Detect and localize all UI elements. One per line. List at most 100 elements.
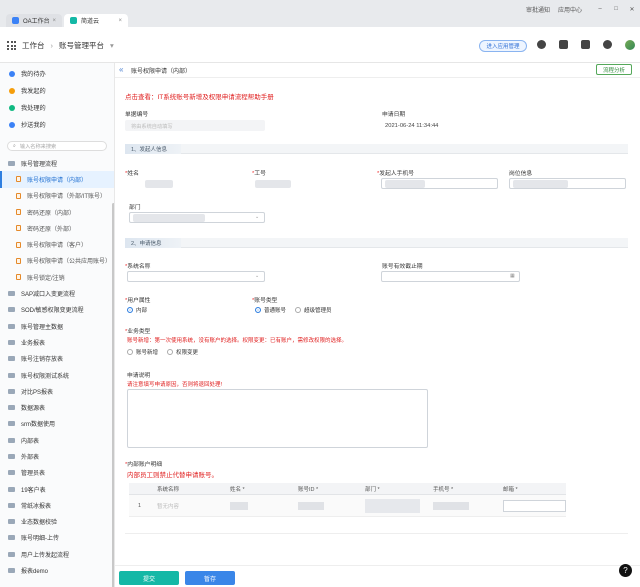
folder-item[interactable]: 对比PS报表 bbox=[0, 383, 114, 399]
form-icon bbox=[16, 176, 21, 183]
radio-internal[interactable]: 内部 bbox=[127, 306, 147, 314]
jdy-favicon-icon bbox=[70, 17, 77, 24]
folder-item[interactable]: 业态数据校验 bbox=[0, 514, 114, 530]
submit-button[interactable]: 提交 bbox=[119, 571, 179, 585]
row-account-id[interactable] bbox=[292, 495, 359, 516]
send-icon bbox=[9, 87, 15, 94]
folder-item[interactable]: 外部表 bbox=[0, 448, 114, 464]
biz-type-note: 账号新增：第一次使用系统，没有账户的选择。权限变更：已有账户，需修改权限的选择。 bbox=[127, 338, 348, 344]
dept-label: 部门 bbox=[129, 205, 141, 211]
compass-icon[interactable] bbox=[537, 40, 546, 49]
folder-item[interactable]: SOD/敏感权限变更流程 bbox=[0, 302, 114, 318]
form-item[interactable]: 账号锁定/注销 bbox=[0, 269, 114, 285]
flow-analysis-button[interactable]: 流程分析 bbox=[596, 64, 632, 75]
folder-item[interactable]: 用户上传发起流程 bbox=[0, 546, 114, 562]
folder-label: 内部表 bbox=[21, 438, 40, 445]
folder-item[interactable]: 账号管理主数据 bbox=[0, 318, 114, 334]
folder-item[interactable]: 账号注销存放表 bbox=[0, 351, 114, 367]
folder-icon bbox=[8, 356, 15, 362]
folder-icon bbox=[8, 535, 15, 541]
acct-type-label-text: 账号类型 bbox=[254, 298, 278, 304]
calendar-icon[interactable]: ▦ bbox=[510, 273, 515, 279]
folder-icon bbox=[8, 388, 15, 394]
tab-oa[interactable]: OA工作台 × bbox=[6, 14, 62, 27]
folder-item[interactable]: 数据源表 bbox=[0, 399, 114, 415]
folder-item[interactable]: 内部表 bbox=[0, 432, 114, 448]
name-label-text: 姓名 bbox=[127, 171, 139, 177]
folder-icon bbox=[8, 405, 15, 411]
row-email[interactable] bbox=[497, 495, 566, 516]
folder-item[interactable]: 报表demo bbox=[0, 562, 114, 578]
form-item[interactable]: 密码还原（外部） bbox=[0, 220, 114, 236]
folder-item[interactable]: 账号权限测试系统 bbox=[0, 367, 114, 383]
row-phone[interactable] bbox=[427, 495, 497, 516]
chevron-down-icon[interactable]: ▾ bbox=[110, 41, 114, 50]
radio-unselected-icon bbox=[167, 349, 173, 355]
form-item[interactable]: 密码还原（内部） bbox=[0, 204, 114, 220]
form-icon bbox=[16, 209, 21, 216]
folder-list: SAP减口入变更流程 SOD/敏感权限变更流程 账号管理主数据 业务报表 账号注销存放表… bbox=[0, 285, 114, 578]
expire-date-input[interactable] bbox=[381, 271, 520, 282]
radio-new-account[interactable]: 账号新增 bbox=[127, 348, 158, 356]
dept-value-blurred bbox=[133, 214, 205, 222]
sidebar-search-input[interactable]: ⌕ 输入名称来搜索 bbox=[7, 141, 107, 151]
approval-notice[interactable]: 审批通知 bbox=[526, 5, 550, 14]
folder-icon bbox=[8, 323, 15, 329]
folder-item[interactable]: 管理员表 bbox=[0, 465, 114, 481]
folder-item[interactable]: 业务报表 bbox=[0, 334, 114, 350]
row-dept[interactable] bbox=[359, 495, 427, 516]
form-label: 账号锁定/注销 bbox=[27, 275, 65, 282]
reason-label: 申请说明 bbox=[127, 373, 151, 379]
sidebar-item-todo[interactable]: 我的待办 bbox=[0, 65, 114, 82]
layout-icon[interactable] bbox=[559, 40, 568, 49]
help-manual-link[interactable]: 点击查看：IT系统账号新增及权限申请流程帮助手册 bbox=[125, 91, 274, 101]
close-icon[interactable]: × bbox=[52, 18, 56, 24]
sidebar-item-handled[interactable]: 我处理的 bbox=[0, 99, 114, 116]
maximize-icon[interactable]: □ bbox=[608, 6, 624, 13]
radio-unselected-icon bbox=[127, 349, 133, 355]
folder-item[interactable]: SAP减口入变更流程 bbox=[0, 285, 114, 301]
minimize-icon[interactable]: – bbox=[592, 6, 608, 13]
form-label: 密码还原（内部） bbox=[27, 210, 76, 217]
form-label: 账号权限申请（客户） bbox=[27, 243, 88, 250]
breadcrumb-workspace[interactable]: 工作台 bbox=[22, 40, 45, 51]
close-window-icon[interactable]: ✕ bbox=[624, 6, 640, 13]
app-center[interactable]: 应用中心 bbox=[558, 5, 582, 14]
save-draft-button[interactable]: 暂存 bbox=[185, 571, 235, 585]
folder-item[interactable]: 账号明细-上传 bbox=[0, 530, 114, 546]
folder-item[interactable]: 常纸冰报表 bbox=[0, 497, 114, 513]
row-name[interactable] bbox=[224, 495, 292, 516]
help-floating-button[interactable]: ? bbox=[619, 564, 632, 577]
folder-item[interactable]: 19客户表 bbox=[0, 481, 114, 497]
folder-account-flow[interactable]: 账号管理流程 bbox=[0, 155, 114, 171]
system-select[interactable] bbox=[127, 271, 265, 282]
browser-toolbar-right: 审批通知 应用中心 – □ ✕ bbox=[518, 3, 640, 15]
radio-super-admin[interactable]: 超级管理员 bbox=[295, 306, 332, 314]
row-system[interactable]: 暂无内容 bbox=[151, 495, 224, 516]
row-index: 1 bbox=[138, 502, 142, 509]
radio-normal-account[interactable]: 普通账号 bbox=[255, 306, 286, 314]
breadcrumb-platform[interactable]: 账号管理平台 bbox=[59, 40, 104, 51]
sidebar-item-cc[interactable]: 抄送我的 bbox=[0, 116, 114, 133]
reason-textarea[interactable] bbox=[127, 389, 428, 448]
collapse-sidebar-icon[interactable]: « bbox=[119, 65, 123, 74]
system-label-text: 系统名称 bbox=[127, 264, 151, 270]
form-item[interactable]: 账号权限申请（公共应用账号） bbox=[0, 253, 114, 269]
app-grid-icon[interactable] bbox=[7, 41, 16, 50]
sidebar-item-initiated[interactable]: 我发起的 bbox=[0, 82, 114, 99]
form-item[interactable]: 账号权限申请（内部） bbox=[0, 171, 114, 188]
folder-icon bbox=[8, 453, 15, 459]
notification-icon[interactable] bbox=[581, 40, 590, 49]
help-icon[interactable] bbox=[603, 40, 612, 49]
section-title: 1、发起人信息 bbox=[125, 144, 181, 154]
radio-permission-change[interactable]: 权限变更 bbox=[167, 348, 198, 356]
apply-date-label: 申请日期 bbox=[382, 112, 406, 118]
form-item[interactable]: 账号权限申请（客户） bbox=[0, 236, 114, 252]
form-item[interactable]: 账号权限申请（外部/IT账号） bbox=[0, 188, 114, 204]
tab-jiandaoyun[interactable]: 简道云 × bbox=[64, 14, 128, 27]
avatar[interactable] bbox=[625, 40, 635, 50]
enter-app-management-button[interactable]: 进入应用管理 bbox=[479, 40, 527, 52]
table-header-cell: 邮箱 * bbox=[503, 486, 518, 493]
close-icon[interactable]: × bbox=[118, 18, 122, 24]
folder-item[interactable]: srm数据使用 bbox=[0, 416, 114, 432]
